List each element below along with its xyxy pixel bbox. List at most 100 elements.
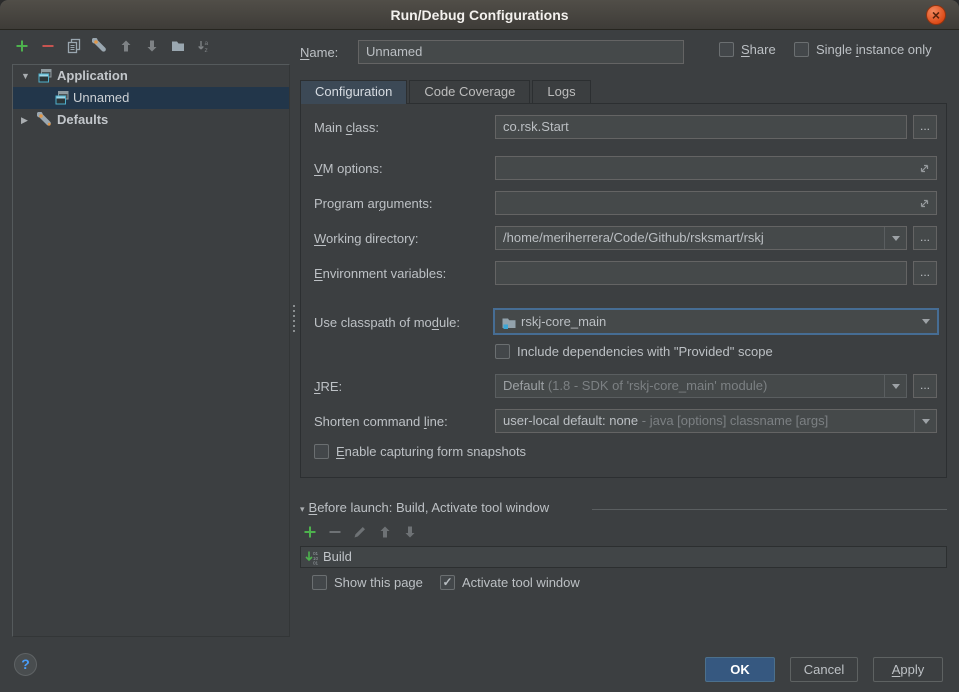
application-icon	[37, 68, 53, 84]
tree-node-unnamed[interactable]: Unnamed	[13, 87, 289, 109]
title-bar[interactable]: Run/Debug Configurations ×	[0, 0, 959, 30]
shorten-command-line-combobox[interactable]: user-local default: none - java [options…	[495, 409, 937, 433]
task-label: Build	[323, 549, 352, 564]
tree-node-application[interactable]: ▼ Application	[13, 65, 289, 87]
share-checkbox[interactable]: Share	[719, 42, 776, 57]
apply-button[interactable]: Apply	[873, 657, 943, 682]
before-launch-title: Before launch: Build, Activate tool wind…	[309, 500, 550, 515]
capture-snapshots-label: Enable capturing form snapshots	[336, 444, 526, 459]
collapse-triangle-icon[interactable]: ▾	[300, 504, 305, 514]
configurations-tree: ▼ Application Unnamed ▶ Defaults	[12, 64, 290, 637]
tree-node-label: Unnamed	[73, 87, 129, 109]
main-class-input[interactable]: co.rsk.Start	[495, 115, 907, 139]
dropdown-arrow-icon[interactable]	[884, 227, 906, 249]
remove-icon	[327, 524, 343, 540]
environment-variables-label: Environment variables:	[314, 266, 446, 281]
tree-node-defaults[interactable]: ▶ Defaults	[13, 109, 289, 131]
dropdown-arrow-icon[interactable]	[915, 310, 937, 333]
dropdown-arrow-icon[interactable]	[914, 410, 936, 432]
close-icon: ×	[932, 7, 940, 23]
tab-code-coverage[interactable]: Code Coverage	[409, 80, 530, 103]
svg-text:z: z	[205, 47, 208, 54]
before-launch-header[interactable]: ▾ Before launch: Build, Activate tool win…	[300, 500, 549, 515]
settings-tabs: Configuration Code Coverage Logs	[300, 80, 593, 104]
chevron-right-icon[interactable]: ▶	[21, 109, 33, 131]
shorten-command-line-label: Shorten command line:	[314, 414, 448, 429]
environment-variables-input[interactable]	[495, 261, 907, 285]
show-this-page-label: Show this page	[334, 575, 423, 590]
add-icon	[302, 524, 318, 540]
dropdown-arrow-icon[interactable]	[884, 375, 906, 397]
main-class-label: Main class:	[314, 120, 379, 135]
checkbox-box[interactable]	[719, 42, 734, 57]
add-configuration-button[interactable]	[14, 38, 30, 54]
working-directory-label: Working directory:	[314, 231, 419, 246]
tree-node-label: Defaults	[57, 109, 108, 131]
section-divider	[592, 509, 947, 510]
vm-options-label: VM options:	[314, 161, 383, 176]
move-task-down-button[interactable]	[402, 524, 418, 540]
help-button[interactable]: ?	[14, 653, 37, 676]
activate-tool-window-label: Activate tool window	[462, 575, 580, 590]
expand-field-icon[interactable]	[918, 197, 931, 210]
jre-browse-button[interactable]: ...	[913, 374, 937, 398]
splitter-grip[interactable]	[293, 305, 295, 333]
folder-icon	[170, 38, 186, 54]
single-instance-checkbox[interactable]: Single instance only	[794, 42, 932, 57]
module-icon	[501, 315, 517, 331]
checkbox-box[interactable]	[314, 444, 329, 459]
move-task-up-button[interactable]	[377, 524, 393, 540]
include-provided-checkbox[interactable]: Include dependencies with "Provided" sco…	[495, 344, 773, 359]
edit-defaults-icon	[92, 38, 108, 54]
checkbox-box[interactable]	[495, 344, 510, 359]
remove-task-button[interactable]	[327, 524, 343, 540]
sort-icon: az	[196, 38, 212, 54]
cancel-button[interactable]: Cancel	[790, 657, 858, 682]
name-input[interactable]: Unnamed	[358, 40, 684, 64]
move-up-button[interactable]	[118, 38, 134, 54]
use-classpath-combobox[interactable]: rskj-core_main	[493, 308, 939, 335]
vm-options-input[interactable]	[495, 156, 937, 180]
working-directory-combobox[interactable]: /home/meriherrera/Code/Github/rsksmart/r…	[495, 226, 907, 250]
tab-configuration[interactable]: Configuration	[300, 80, 407, 104]
main-class-browse-button[interactable]: ...	[913, 115, 937, 139]
program-arguments-input[interactable]	[495, 191, 937, 215]
ok-button[interactable]: OK	[705, 657, 775, 682]
add-task-button[interactable]	[302, 524, 318, 540]
edit-defaults-button[interactable]	[92, 38, 108, 54]
program-arguments-label: Program arguments:	[314, 196, 433, 211]
close-button[interactable]: ×	[926, 5, 946, 25]
remove-icon	[40, 38, 56, 54]
application-icon	[54, 90, 70, 106]
share-label: Share	[741, 42, 776, 57]
environment-variables-browse-button[interactable]: ...	[913, 261, 937, 285]
move-up-icon	[377, 524, 393, 540]
include-provided-label: Include dependencies with "Provided" sco…	[517, 344, 773, 359]
checkbox-box[interactable]	[312, 575, 327, 590]
checkbox-box[interactable]: ✓	[440, 575, 455, 590]
sort-configurations-button[interactable]: az	[196, 38, 212, 54]
use-classpath-label: Use classpath of module:	[314, 315, 460, 330]
move-down-button[interactable]	[144, 38, 160, 54]
before-launch-task-build[interactable]: 011001 Build	[300, 546, 947, 568]
activate-tool-window-checkbox[interactable]: ✓ Activate tool window	[440, 575, 580, 590]
move-down-icon	[402, 524, 418, 540]
checkbox-box[interactable]	[794, 42, 809, 57]
jre-combobox[interactable]: Default (1.8 - SDK of 'rskj-core_main' m…	[495, 374, 907, 398]
tree-node-label: Application	[57, 65, 128, 87]
remove-configuration-button[interactable]	[40, 38, 56, 54]
tab-logs[interactable]: Logs	[532, 80, 590, 103]
create-folder-button[interactable]	[170, 38, 186, 54]
expand-field-icon[interactable]	[918, 162, 931, 175]
chevron-down-icon[interactable]: ▼	[21, 65, 33, 87]
show-this-page-checkbox[interactable]: Show this page	[312, 575, 423, 590]
copy-configuration-button[interactable]	[66, 38, 82, 54]
move-down-icon	[144, 38, 160, 54]
capture-snapshots-checkbox[interactable]: Enable capturing form snapshots	[314, 444, 526, 459]
configurations-toolbar: az	[14, 38, 212, 54]
edit-task-button[interactable]	[352, 524, 368, 540]
working-directory-browse-button[interactable]: ...	[913, 226, 937, 250]
add-icon	[14, 38, 30, 54]
copy-icon	[66, 38, 82, 54]
single-instance-label: Single instance only	[816, 42, 932, 57]
